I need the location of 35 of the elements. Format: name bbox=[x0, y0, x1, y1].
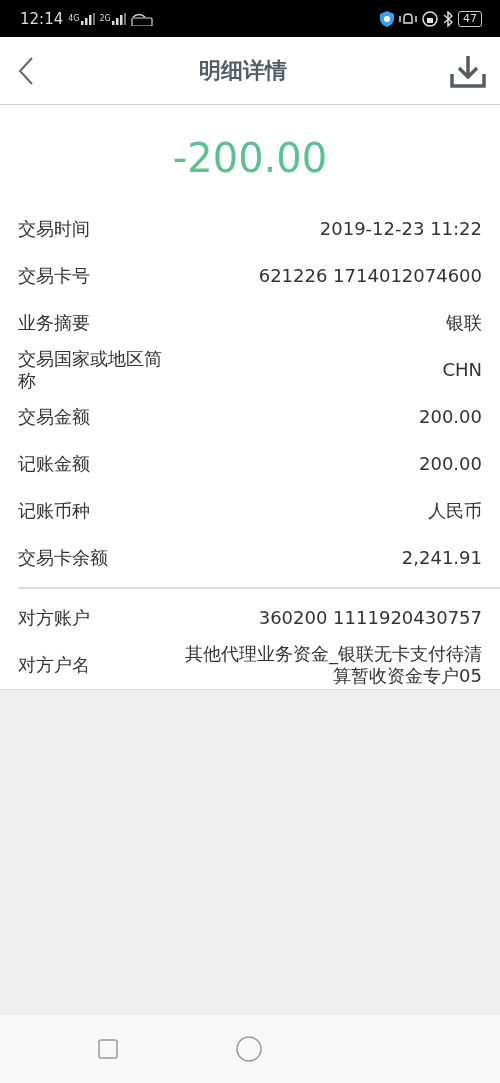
field-label: 交易卡号 bbox=[18, 264, 90, 287]
field-label: 交易卡余额 bbox=[18, 546, 108, 569]
home-button[interactable] bbox=[236, 1036, 262, 1062]
field-label: 业务摘要 bbox=[18, 311, 90, 334]
field-label: 记账币种 bbox=[18, 499, 90, 522]
battery-indicator: 47 bbox=[458, 10, 482, 27]
page-title: 明细详情 bbox=[199, 56, 287, 85]
field-label: 对方户名 bbox=[18, 654, 90, 676]
field-label: 对方账户 bbox=[18, 607, 90, 629]
shield-icon bbox=[380, 10, 394, 27]
bluetooth-icon bbox=[443, 10, 453, 27]
signal-icon bbox=[111, 12, 126, 25]
field-value: 人民币 bbox=[428, 499, 482, 522]
field-value: 200.00 bbox=[419, 405, 482, 428]
status-time: 12:14 bbox=[20, 9, 64, 28]
field-value: 200.00 bbox=[419, 452, 482, 475]
signal-icon bbox=[80, 12, 95, 25]
lock-icon bbox=[422, 10, 438, 27]
network-label: 2G bbox=[99, 14, 111, 23]
field-value: 2,241.91 bbox=[401, 546, 482, 569]
network-label: 4G bbox=[68, 14, 80, 23]
field-value: 其他代理业务资金_银联无卡支付待清算暂收资金专户05 bbox=[184, 643, 482, 687]
back-icon[interactable] bbox=[16, 55, 36, 86]
field-value: 360200 1111920430757 bbox=[258, 607, 482, 629]
vibrate-icon bbox=[399, 10, 417, 27]
field-label: 记账金额 bbox=[18, 452, 90, 475]
field-label: 交易时间 bbox=[18, 217, 90, 240]
field-value: 2019-12-23 11:22 bbox=[319, 217, 482, 240]
field-value: CHN bbox=[442, 358, 482, 381]
field-label: 交易金额 bbox=[18, 405, 90, 428]
amount: -200.00 bbox=[171, 134, 329, 183]
field-value: 银联 bbox=[446, 311, 482, 334]
download-icon[interactable] bbox=[450, 53, 486, 88]
field-label: 交易国家或地区简称 bbox=[18, 347, 163, 392]
field-value: 621226 1714012074600 bbox=[258, 264, 482, 287]
